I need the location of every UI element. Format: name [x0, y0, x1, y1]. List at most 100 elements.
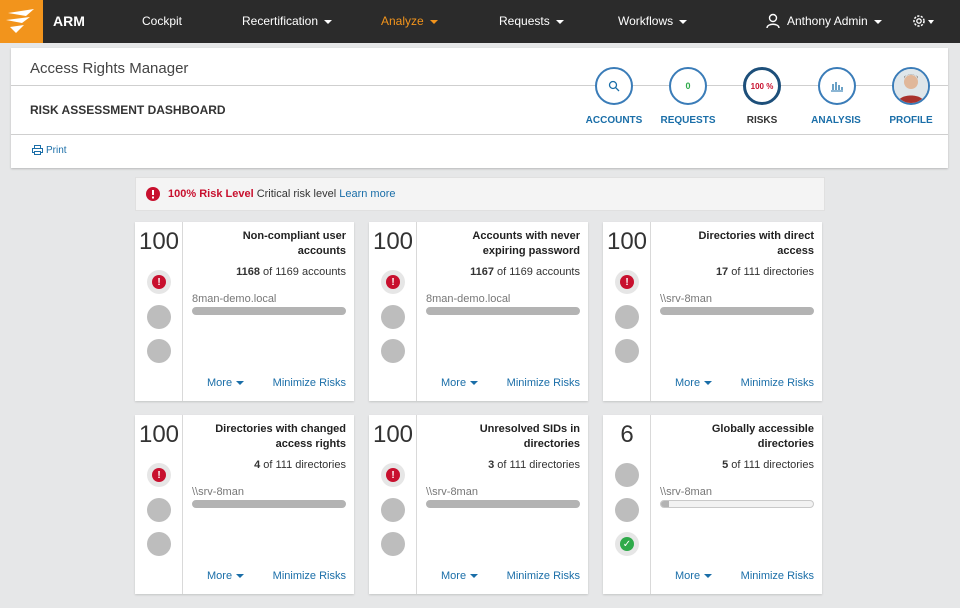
chevron-down-icon [236, 574, 245, 579]
chevron-down-icon [873, 19, 882, 24]
count-value: 17 [715, 266, 729, 278]
brand-name: ARM [53, 13, 85, 29]
progress-bar [192, 500, 346, 508]
risk-card: 6 ✓ Globally accessible directories 5 of 11… [603, 415, 822, 594]
progress-fill [661, 308, 813, 314]
learn-more-link[interactable]: Learn more [339, 188, 395, 200]
step-label-analysis[interactable]: ANALYSIS [796, 115, 876, 126]
card-count: 1168 of 1169 accounts [195, 266, 346, 278]
more-label: More [675, 377, 701, 389]
nav-item-workflows[interactable]: Workflows [618, 14, 688, 28]
more-dropdown[interactable]: More [441, 377, 479, 389]
status-indicator-critical: ! [147, 270, 171, 294]
more-label: More [207, 377, 233, 389]
card-count: 17 of 111 directories [663, 266, 814, 278]
status-indicator [147, 305, 171, 329]
card-title: Directories with direct access [698, 230, 814, 257]
minimize-risks-link[interactable]: Minimize Risks [273, 570, 346, 582]
step-inner [597, 69, 631, 103]
minimize-risks-link[interactable]: Minimize Risks [507, 570, 580, 582]
card-count: 4 of 111 directories [195, 459, 346, 471]
user-menu[interactable]: Anthony Admin [787, 14, 882, 28]
risk-card: 100! Unresolved SIDs in directories 3 of 1… [369, 415, 588, 594]
step-label-requests[interactable]: REQUESTS [648, 115, 728, 126]
risk-level-label: Risk Level [199, 188, 254, 200]
step-label-risks[interactable]: RISKS [722, 115, 802, 126]
nav-item-requests[interactable]: Requests [499, 14, 564, 28]
step-label-accounts[interactable]: ACCOUNTS [574, 115, 654, 126]
card-title: Accounts with never expiring password [472, 230, 580, 257]
card-source: \\srv-8man [660, 486, 712, 498]
more-label: More [441, 377, 467, 389]
risk-card: 100! Directories with direct access 17 of … [603, 222, 822, 401]
alert-icon: ! [152, 468, 166, 482]
chevron-down-icon[interactable] [928, 20, 934, 24]
alert-icon [146, 187, 160, 201]
step-analysis[interactable] [818, 67, 856, 105]
status-indicator [615, 339, 639, 363]
search-icon [608, 80, 620, 92]
step-risks[interactable]: 100 % [743, 67, 781, 105]
risk-score: 100 [138, 228, 180, 255]
status-indicator-critical: ! [615, 270, 639, 294]
nav-item-analyze[interactable]: Analyze [381, 14, 438, 28]
top-navigation-bar: ARM Cockpit Recertification Analyze Requ… [0, 0, 960, 43]
more-label: More [441, 570, 467, 582]
minimize-risks-link[interactable]: Minimize Risks [741, 570, 814, 582]
app-title: Access Rights Manager [30, 60, 189, 77]
status-indicator-critical: ! [147, 463, 171, 487]
page-title: RISK ASSESSMENT DASHBOARD [30, 103, 226, 117]
status-indicator-ok: ✓ [615, 532, 639, 556]
minimize-risks-link[interactable]: Minimize Risks [273, 377, 346, 389]
more-dropdown[interactable]: More [441, 570, 479, 582]
card-source: \\srv-8man [426, 486, 478, 498]
print-button[interactable]: Print [32, 145, 67, 156]
nav-item-label: Requests [499, 14, 550, 28]
more-label: More [207, 570, 233, 582]
step-requests[interactable]: 0 [669, 67, 707, 105]
score-column: 100! [369, 415, 417, 594]
score-column: 100! [135, 222, 183, 401]
more-dropdown[interactable]: More [207, 377, 245, 389]
risk-level-banner: 100% Risk Level Critical risk level Lear… [135, 177, 825, 211]
chevron-down-icon [679, 19, 688, 24]
step-profile[interactable] [892, 67, 930, 105]
alert-icon: ! [386, 468, 400, 482]
gear-icon[interactable] [911, 13, 927, 29]
minimize-risks-link[interactable]: Minimize Risks [741, 377, 814, 389]
chevron-down-icon [555, 19, 564, 24]
alert-icon: ! [620, 275, 634, 289]
progress-fill [193, 308, 345, 314]
card-count: 3 of 111 directories [429, 459, 580, 471]
user-icon[interactable] [766, 13, 780, 29]
bar-chart-icon [831, 82, 843, 92]
printer-icon [32, 145, 43, 155]
count-total: of 1169 accounts [259, 266, 346, 278]
status-indicator [381, 498, 405, 522]
nav-item-cockpit[interactable]: Cockpit [142, 14, 182, 28]
nav-item-recertification[interactable]: Recertification [242, 14, 333, 28]
minimize-risks-link[interactable]: Minimize Risks [507, 377, 580, 389]
more-dropdown[interactable]: More [675, 570, 713, 582]
score-column: 100! [369, 222, 417, 401]
nav-item-label: Recertification [242, 14, 319, 28]
status-indicator [381, 305, 405, 329]
status-indicator [615, 498, 639, 522]
nav-item-label: Workflows [618, 14, 674, 28]
status-indicator-critical: ! [381, 463, 405, 487]
progress-fill [427, 308, 579, 314]
count-total: of 111 directories [728, 459, 814, 471]
step-label-profile[interactable]: PROFILE [871, 115, 951, 126]
card-title: Non-compliant user accounts [242, 230, 346, 257]
card-source: 8man-demo.local [426, 293, 511, 305]
more-dropdown[interactable]: More [675, 377, 713, 389]
step-accounts[interactable] [595, 67, 633, 105]
progress-bar [660, 500, 814, 508]
logo[interactable] [0, 0, 43, 43]
chevron-down-icon [236, 381, 245, 386]
progress-bar [426, 500, 580, 508]
more-dropdown[interactable]: More [207, 570, 245, 582]
progress-fill [427, 501, 579, 507]
progress-fill [661, 501, 669, 507]
status-indicator [147, 532, 171, 556]
